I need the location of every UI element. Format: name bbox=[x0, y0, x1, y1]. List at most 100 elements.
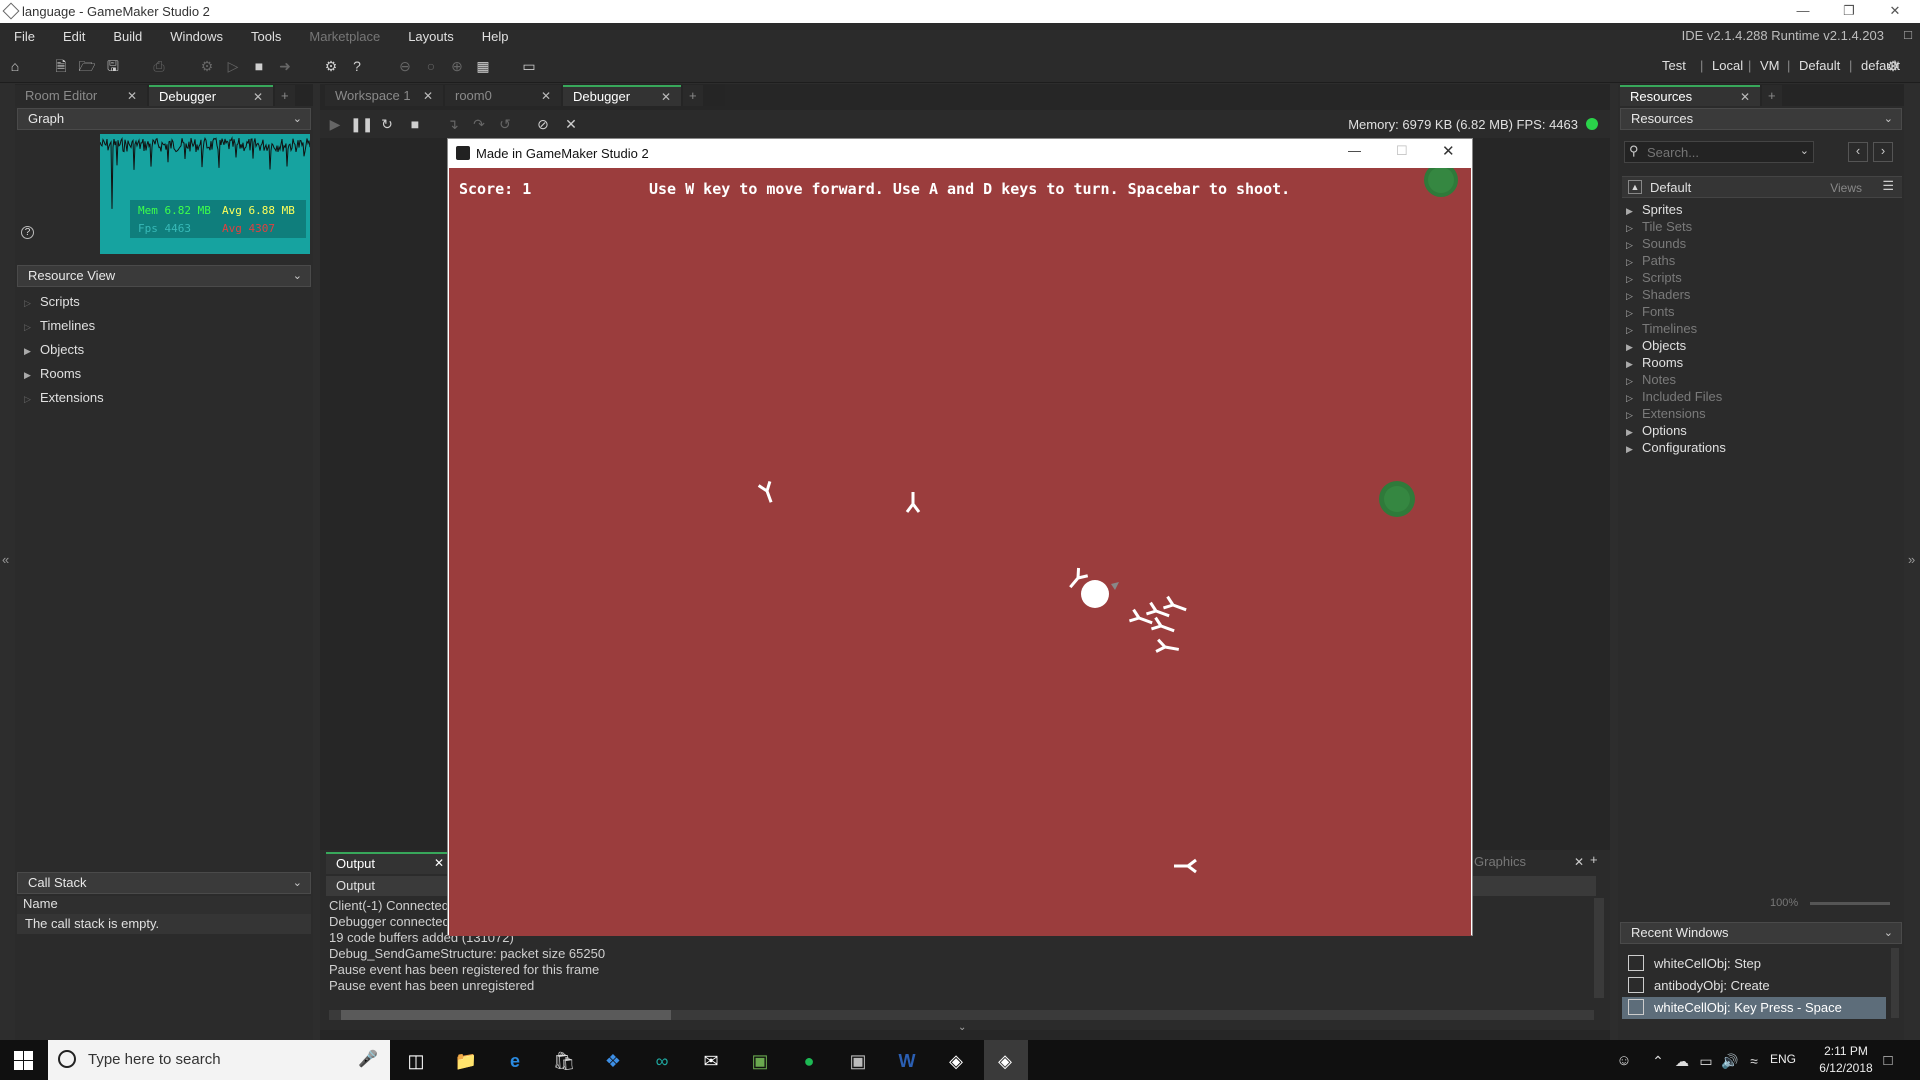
export-icon[interactable]: ⎙ bbox=[148, 55, 170, 77]
call-stack-header[interactable]: Call Stack ⌄ bbox=[17, 872, 311, 894]
close-icon[interactable]: ✕ bbox=[434, 854, 444, 873]
vertical-scrollbar[interactable] bbox=[1594, 898, 1604, 998]
help-icon[interactable]: ? bbox=[21, 226, 34, 239]
recent-item[interactable]: antibodyObj: Create bbox=[1622, 975, 1886, 997]
tab-debugger[interactable]: Debugger ✕ bbox=[149, 85, 273, 106]
target-settings-icon[interactable]: ⚙ bbox=[1882, 55, 1904, 77]
battery-icon[interactable]: ▭ bbox=[1694, 1049, 1718, 1073]
close-icon[interactable]: ✕ bbox=[423, 86, 433, 106]
tree-item-extensions[interactable]: ▷ Extensions bbox=[24, 390, 104, 405]
add-tab-button[interactable]: + bbox=[1590, 852, 1598, 867]
add-tab-button[interactable]: + bbox=[1762, 85, 1782, 106]
resource-item[interactable]: ▷ Fonts bbox=[1626, 304, 1675, 319]
menu-layouts[interactable]: Layouts bbox=[394, 29, 468, 44]
resource-item[interactable]: ▷ Scripts bbox=[1626, 270, 1682, 285]
people-icon[interactable]: ☺ bbox=[1612, 1049, 1636, 1073]
tab-room-editor[interactable]: Room Editor ✕ bbox=[15, 85, 147, 106]
zoom-slider[interactable] bbox=[1810, 902, 1890, 905]
tab-output[interactable]: Output ✕ bbox=[326, 852, 450, 874]
resource-item[interactable]: ▷ Included Files bbox=[1626, 389, 1722, 404]
onedrive-icon[interactable]: ☁ bbox=[1670, 1049, 1694, 1073]
minecraft-icon[interactable]: ▣ bbox=[748, 1049, 772, 1073]
close-icon[interactable]: ✕ bbox=[127, 86, 137, 106]
settings-icon[interactable]: ⚙ bbox=[320, 55, 342, 77]
task-view-icon[interactable]: ◫ bbox=[404, 1049, 428, 1073]
home-icon[interactable]: ⌂ bbox=[4, 55, 26, 77]
clean-icon[interactable]: ➜ bbox=[274, 55, 296, 77]
menu-edit[interactable]: Edit bbox=[49, 29, 99, 44]
recent-item[interactable]: whiteCellObj: Key Press - Space bbox=[1622, 997, 1886, 1019]
resource-item[interactable]: ▶ Configurations bbox=[1626, 440, 1726, 455]
pause-icon[interactable]: ❚❚ bbox=[350, 113, 373, 135]
mail-icon[interactable]: ✉ bbox=[699, 1049, 723, 1073]
chat-icon[interactable]: □ bbox=[1904, 27, 1912, 42]
show-hidden-icons-icon[interactable]: ⌃ bbox=[1646, 1049, 1670, 1073]
language-indicator[interactable]: ENG bbox=[1770, 1052, 1796, 1066]
step-out-icon[interactable]: ↺ bbox=[494, 113, 516, 135]
gamemaker-taskbar-icon[interactable]: ◈ bbox=[944, 1049, 968, 1073]
menu-marketplace[interactable]: Marketplace bbox=[295, 29, 394, 44]
open-project-icon[interactable]: 🗁 bbox=[76, 55, 98, 77]
restore-button[interactable]: ❐ bbox=[1826, 0, 1872, 23]
microphone-icon[interactable]: 🎤 bbox=[358, 1049, 378, 1069]
minimize-button[interactable]: — bbox=[1780, 0, 1826, 23]
collapse-right-icon[interactable]: » bbox=[1908, 552, 1915, 567]
zoom-reset-icon[interactable]: ○ bbox=[420, 55, 442, 77]
close-icon[interactable]: ✕ bbox=[253, 87, 263, 107]
play-icon[interactable]: ▶ bbox=[324, 113, 346, 135]
menu-build[interactable]: Build bbox=[99, 29, 156, 44]
resource-item[interactable]: ▷ Timelines bbox=[1626, 321, 1697, 336]
clock-date[interactable]: 6/12/2018 bbox=[1814, 1061, 1878, 1075]
edge-icon[interactable]: e bbox=[503, 1049, 527, 1073]
target-default-config[interactable]: Default bbox=[1799, 58, 1840, 73]
resource-view-header[interactable]: Resource View ⌄ bbox=[17, 265, 311, 287]
run-icon[interactable]: ▷ bbox=[222, 55, 244, 77]
word-icon[interactable]: W bbox=[895, 1049, 919, 1073]
resource-item[interactable]: ▷ Paths bbox=[1626, 253, 1675, 268]
taskbar-search[interactable]: Type here to search 🎤 bbox=[48, 1040, 390, 1080]
close-button[interactable]: ✕ bbox=[1442, 142, 1455, 160]
volume-icon[interactable]: 🔊 bbox=[1718, 1049, 1742, 1073]
horizontal-scrollbar[interactable] bbox=[329, 1010, 1594, 1020]
back-icon[interactable]: ‹ bbox=[1848, 142, 1868, 162]
resource-item[interactable]: ▶ Sprites bbox=[1626, 202, 1682, 217]
menu-tools[interactable]: Tools bbox=[237, 29, 295, 44]
zoom-in-icon[interactable]: ⊕ bbox=[446, 55, 468, 77]
recent-item[interactable]: whiteCellObj: Step bbox=[1622, 953, 1886, 975]
monitor-icon[interactable]: ▭ bbox=[518, 55, 540, 77]
realtime-update-icon[interactable]: ⊘ bbox=[532, 113, 554, 135]
store-icon[interactable]: 🛍 bbox=[552, 1049, 576, 1073]
close-icon[interactable]: ✕ bbox=[1574, 852, 1584, 872]
tab-resources[interactable]: Resources ✕ bbox=[1620, 85, 1760, 106]
restart-icon[interactable]: ↻ bbox=[376, 113, 398, 135]
menu-icon[interactable]: ☰ bbox=[1882, 178, 1894, 194]
game-canvas[interactable]: Score: 1 Use W key to move forward. Use … bbox=[449, 168, 1471, 936]
chevron-down-icon[interactable]: ⌄ bbox=[958, 1022, 966, 1033]
resource-item[interactable]: ▷ Sounds bbox=[1626, 236, 1686, 251]
tab-workspace-1[interactable]: Workspace 1 ✕ bbox=[325, 85, 443, 106]
resource-group-row[interactable]: ▲ Default Views ☰ bbox=[1622, 176, 1902, 198]
resource-item[interactable]: ▶ Objects bbox=[1626, 338, 1686, 353]
graph-header[interactable]: Graph ⌄ bbox=[17, 108, 311, 130]
add-tab-button[interactable]: + bbox=[275, 85, 295, 106]
step-into-icon[interactable]: ↴ bbox=[442, 113, 464, 135]
resources-header[interactable]: Resources ⌄ bbox=[1620, 108, 1902, 130]
target-vm[interactable]: VM bbox=[1760, 58, 1780, 73]
zoom-out-icon[interactable]: ⊖ bbox=[394, 55, 416, 77]
tab-debugger[interactable]: Debugger ✕ bbox=[563, 85, 681, 106]
chevron-down-icon[interactable]: ⌄ bbox=[1800, 144, 1809, 157]
debug-icon[interactable]: ⚙ bbox=[196, 55, 218, 77]
resource-item[interactable]: ▷ Shaders bbox=[1626, 287, 1690, 302]
close-button[interactable]: ✕ bbox=[1872, 0, 1918, 23]
resource-item[interactable]: ▷ Extensions bbox=[1626, 406, 1706, 421]
gamemaker-runner-icon[interactable]: ◈ bbox=[993, 1049, 1017, 1073]
close-icon[interactable]: ✕ bbox=[1740, 87, 1750, 107]
minimize-button[interactable]: — bbox=[1348, 143, 1361, 158]
app-icon[interactable]: ▣ bbox=[846, 1049, 870, 1073]
target-local[interactable]: Local bbox=[1712, 58, 1743, 73]
windows-start-icon[interactable] bbox=[14, 1051, 34, 1071]
menu-file[interactable]: File bbox=[0, 29, 49, 44]
recent-windows-header[interactable]: Recent Windows ⌄ bbox=[1620, 922, 1902, 944]
resource-item[interactable]: ▶ Options bbox=[1626, 423, 1687, 438]
tree-item-objects[interactable]: ▶ Objects bbox=[24, 342, 84, 357]
